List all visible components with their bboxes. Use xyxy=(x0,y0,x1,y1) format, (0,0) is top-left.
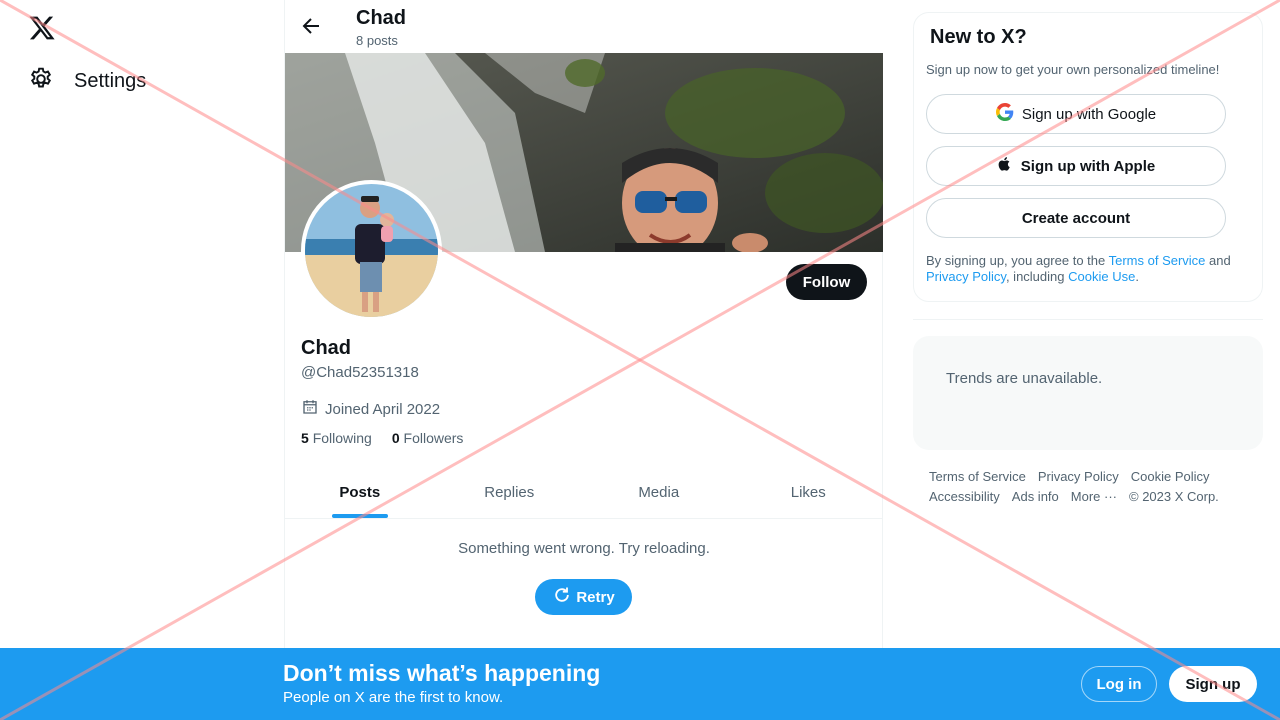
x-logo-icon[interactable] xyxy=(28,14,56,42)
profile-handle: @Chad52351318 xyxy=(301,364,419,381)
profile-column: Chad 8 posts Follow Chad @Chad52351318 J… xyxy=(284,0,883,720)
feed-error-message: Something went wrong. Try reloading. xyxy=(458,540,710,557)
tab-replies[interactable]: Replies xyxy=(435,466,585,518)
following-label: Following xyxy=(312,430,372,446)
terms-end: . xyxy=(1135,269,1139,284)
followers-count: 0 xyxy=(391,430,400,446)
signup-card: New to X? Sign up now to get your own pe… xyxy=(913,12,1263,302)
profile-tabs: Posts Replies Media Likes xyxy=(285,466,883,519)
trends-unavailable-message: Trends are unavailable. xyxy=(946,370,1103,387)
signup-google-button[interactable]: Sign up with Google xyxy=(926,94,1226,134)
signup-button[interactable]: Sign up xyxy=(1169,666,1257,702)
tab-likes[interactable]: Likes xyxy=(734,466,884,518)
header-posts-count: 8 posts xyxy=(356,33,398,48)
cookie-use-link[interactable]: Cookie Use xyxy=(1068,269,1135,284)
gear-icon xyxy=(28,66,54,97)
signup-apple-label: Sign up with Apple xyxy=(1020,157,1156,175)
retry-label: Retry xyxy=(576,588,615,606)
following-count: 5 xyxy=(301,430,309,446)
footer-copyright: © 2023 X Corp. xyxy=(1129,489,1219,504)
bottom-bar-title: Don’t miss what’s happening xyxy=(283,660,601,686)
nav-settings[interactable]: Settings xyxy=(28,66,146,97)
footer-links: Terms of Service Privacy Policy Cookie P… xyxy=(929,467,1259,507)
bottom-signup-bar: Don’t miss what’s happening People on X … xyxy=(0,648,1280,720)
footer-ads-link[interactable]: Ads info xyxy=(1012,487,1059,507)
following-link[interactable]: 5 Following xyxy=(301,430,372,446)
terms-and: and xyxy=(1205,253,1231,268)
back-arrow-icon[interactable] xyxy=(299,14,323,38)
terms-of-service-link[interactable]: Terms of Service xyxy=(1109,253,1206,268)
signup-card-subtitle: Sign up now to get your own personalized… xyxy=(926,62,1220,77)
nav-settings-label: Settings xyxy=(74,70,147,92)
followers-link[interactable]: 0 Followers xyxy=(392,430,464,446)
retry-button[interactable]: Retry xyxy=(535,579,632,615)
google-icon xyxy=(995,103,1014,125)
profile-avatar[interactable] xyxy=(301,180,442,321)
tab-posts[interactable]: Posts xyxy=(285,466,435,518)
terms-prefix: By signing up, you agree to the xyxy=(926,253,1109,268)
header-name: Chad xyxy=(356,7,406,29)
footer-terms-link[interactable]: Terms of Service xyxy=(929,467,1026,487)
bottom-bar-subtitle: People on X are the first to know. xyxy=(283,689,504,706)
footer-more-button[interactable]: More ··· xyxy=(1071,487,1117,507)
signup-apple-button[interactable]: Sign up with Apple xyxy=(926,146,1226,186)
profile-name: Chad xyxy=(301,337,351,359)
left-nav: Settings xyxy=(0,0,284,720)
footer-cookie-link[interactable]: Cookie Policy xyxy=(1131,467,1210,487)
joined-text: Joined April 2022 xyxy=(325,400,441,418)
followers-label: Followers xyxy=(403,430,464,446)
joined-date: Joined April 2022 xyxy=(301,398,440,420)
signup-terms: By signing up, you agree to the Terms of… xyxy=(926,253,1256,285)
profile-header: Chad 8 posts xyxy=(285,0,883,53)
refresh-icon xyxy=(552,585,572,609)
signup-google-label: Sign up with Google xyxy=(1021,105,1157,123)
calendar-icon xyxy=(301,398,319,420)
footer-privacy-link[interactable]: Privacy Policy xyxy=(1038,467,1119,487)
sidebar-divider xyxy=(913,319,1263,320)
login-button[interactable]: Log in xyxy=(1081,666,1157,702)
follow-button[interactable]: Follow xyxy=(786,264,867,300)
terms-including: , including xyxy=(1005,269,1069,284)
tab-media[interactable]: Media xyxy=(584,466,734,518)
signup-card-title: New to X? xyxy=(930,26,1027,48)
privacy-policy-link[interactable]: Privacy Policy xyxy=(926,269,1006,284)
apple-icon xyxy=(997,155,1013,177)
footer-accessibility-link[interactable]: Accessibility xyxy=(929,487,1000,507)
trends-panel: Trends are unavailable. xyxy=(913,336,1263,450)
create-account-button[interactable]: Create account xyxy=(926,198,1226,238)
follow-stats: 5 Following 0 Followers xyxy=(301,430,463,446)
